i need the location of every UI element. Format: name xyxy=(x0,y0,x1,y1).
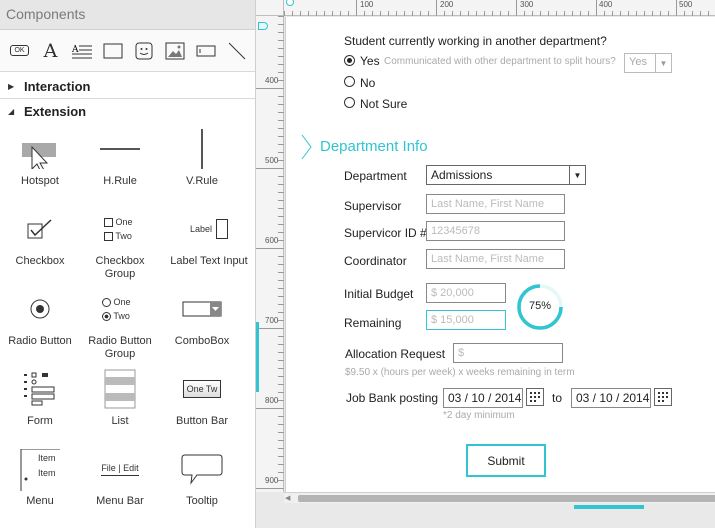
component-vrule[interactable]: V.Rule xyxy=(162,123,242,188)
app-window: Components OK A A ▶ Interaction ◢ Extensio… xyxy=(0,0,715,528)
menu-icon: Item Item xyxy=(0,443,80,495)
department-select[interactable]: Admissions ▼ xyxy=(426,165,586,185)
vertical-position-marker xyxy=(256,322,259,392)
radio-yes-label: Yes xyxy=(360,54,380,68)
split-hours-select[interactable]: Yes ▼ xyxy=(624,53,672,73)
menu-bar-icon: File | Edit xyxy=(80,443,160,495)
hotspot-icon xyxy=(0,123,80,175)
radio-yes[interactable] xyxy=(344,55,355,66)
to-label: to xyxy=(552,391,563,405)
smiley-widget-icon[interactable] xyxy=(128,36,159,66)
allocation-label: Allocation Request xyxy=(345,347,446,361)
horizontal-position-marker xyxy=(574,505,644,509)
supervisor-id-label: Supervicor ID # xyxy=(344,226,427,240)
paragraph-widget-icon[interactable]: A xyxy=(66,36,97,66)
component-button-bar[interactable]: One Tw Button Bar xyxy=(162,363,242,428)
component-tooltip[interactable]: Tooltip xyxy=(162,443,242,508)
submit-button[interactable]: Submit xyxy=(466,444,546,477)
quick-components-bar: OK A A xyxy=(0,30,255,72)
radio-not-sure-label: Not Sure xyxy=(360,97,408,111)
button-bar-icon: One Tw xyxy=(162,363,242,415)
checkbox-icon xyxy=(0,203,80,255)
radio-no-label: No xyxy=(360,76,376,90)
image-widget-icon[interactable] xyxy=(159,36,190,66)
checkbox-group-icon: One Two xyxy=(80,203,160,255)
chevron-down-icon: ▼ xyxy=(569,166,585,184)
component-hrule[interactable]: H.Rule xyxy=(80,123,160,188)
wireframe-page: Student currently working in another dep… xyxy=(285,17,715,492)
scrollbar-thumb[interactable] xyxy=(298,495,715,502)
caret-down-icon: ◢ xyxy=(8,107,15,116)
calendar-icon[interactable] xyxy=(654,388,672,406)
combobox-icon xyxy=(162,283,242,335)
supervisor-label: Supervisor xyxy=(344,199,402,213)
component-radio-button-group[interactable]: One Two Radio Button Group xyxy=(80,283,160,361)
allocation-hint: $9.50 x (hours per week) x weeks remaini… xyxy=(345,367,575,378)
job-bank-label: Job Bank posting xyxy=(346,391,439,405)
date-hint: *2 day minimum xyxy=(443,410,515,421)
text-widget-icon[interactable]: A xyxy=(35,36,66,66)
chevron-right-icon xyxy=(301,134,312,160)
radio-group-icon: One Two xyxy=(80,283,160,335)
ruler-top: 100 200 300 400 500 xyxy=(284,0,715,16)
remaining-input[interactable]: $ 15,000 xyxy=(426,310,506,330)
supervisor-id-input[interactable]: 12345678 xyxy=(426,221,565,241)
remaining-label: Remaining xyxy=(344,316,402,330)
caret-right-icon: ▶ xyxy=(8,81,15,91)
line-widget-icon[interactable] xyxy=(221,36,252,66)
component-menu-bar[interactable]: File | Edit Menu Bar xyxy=(80,443,160,508)
initial-budget-input[interactable]: $ 20,000 xyxy=(426,283,506,303)
component-list[interactable]: List xyxy=(80,363,160,428)
form-icon xyxy=(0,363,80,415)
design-canvas: 100 200 300 400 500 400 500 600 700 800 … xyxy=(256,0,715,528)
label-text-input-icon: Label xyxy=(162,203,256,255)
button-widget-icon[interactable]: OK xyxy=(4,36,35,66)
component-label-text-input[interactable]: Label Label Text Input xyxy=(162,203,256,268)
list-icon xyxy=(80,363,160,415)
section-extension[interactable]: ◢ Extension xyxy=(0,99,255,124)
scroll-left-icon[interactable]: ◀ xyxy=(285,494,294,503)
horizontal-scrollbar[interactable]: ◀ xyxy=(284,492,715,503)
chevron-down-icon: ▼ xyxy=(655,54,671,72)
component-menu[interactable]: Item Item Menu xyxy=(0,443,80,508)
panel-title: Components xyxy=(0,0,255,30)
component-combobox[interactable]: ComboBox xyxy=(162,283,242,348)
component-hotspot[interactable]: Hotspot xyxy=(0,123,80,188)
ruler-corner xyxy=(256,0,284,16)
coordinator-label: Coordinator xyxy=(344,254,407,268)
question-label: Student currently working in another dep… xyxy=(344,34,607,48)
allocation-input[interactable]: $ xyxy=(453,343,563,363)
date-to-input[interactable]: 03 / 10 / 2014 xyxy=(571,388,651,408)
component-checkbox[interactable]: Checkbox xyxy=(0,203,80,268)
supervisor-input[interactable]: Last Name, First Name xyxy=(426,194,565,214)
date-from-input[interactable]: 03 / 10 / 2014 xyxy=(443,388,523,408)
department-label: Department xyxy=(344,169,407,183)
component-checkbox-group[interactable]: One Two Checkbox Group xyxy=(80,203,160,281)
guide-handle-icon[interactable] xyxy=(258,22,268,30)
rectangle-widget-icon[interactable] xyxy=(97,36,128,66)
component-radio-button[interactable]: Radio Button xyxy=(0,283,80,348)
input-widget-icon[interactable] xyxy=(190,36,221,66)
horizontal-rule-icon xyxy=(80,123,160,175)
ruler-left: 400 500 600 700 800 900 xyxy=(256,16,284,492)
tooltip-icon xyxy=(162,443,242,495)
radio-button-icon xyxy=(0,283,80,335)
component-form[interactable]: Form xyxy=(0,363,80,428)
section-title: Department Info xyxy=(320,138,428,155)
components-panel: Components OK A A ▶ Interaction ◢ Extensio… xyxy=(0,0,256,528)
split-hours-hint: Communicated with other department to sp… xyxy=(384,56,616,67)
budget-percent-label: 75% xyxy=(528,300,552,312)
initial-budget-label: Initial Budget xyxy=(344,287,414,301)
vertical-rule-icon xyxy=(162,123,242,175)
coordinator-input[interactable]: Last Name, First Name xyxy=(426,249,565,269)
radio-not-sure[interactable] xyxy=(344,97,355,108)
section-interaction[interactable]: ▶ Interaction xyxy=(0,74,255,99)
radio-no[interactable] xyxy=(344,76,355,87)
calendar-icon[interactable] xyxy=(526,388,544,406)
